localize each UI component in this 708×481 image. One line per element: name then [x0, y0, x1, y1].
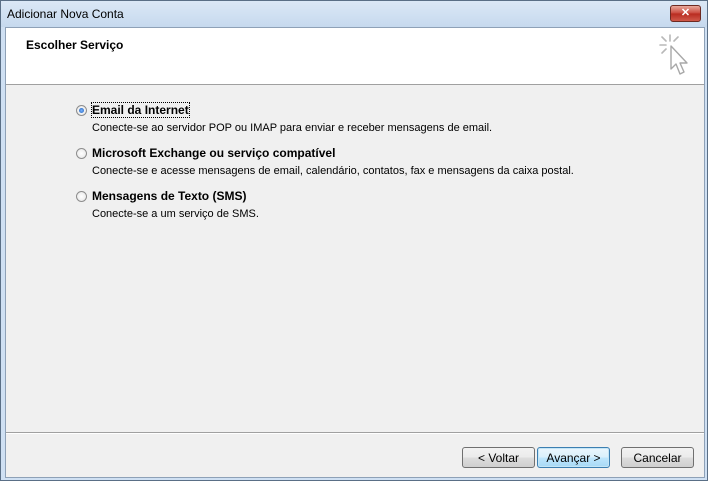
radio-internet-email[interactable]	[76, 105, 87, 116]
window-title: Adicionar Nova Conta	[7, 7, 124, 21]
footer-divider	[6, 432, 704, 434]
radio-exchange[interactable]	[76, 148, 87, 159]
option-label[interactable]: Mensagens de Texto (SMS)	[92, 189, 246, 203]
title-bar[interactable]: Adicionar Nova Conta ✕	[1, 1, 707, 27]
cursor-click-icon	[659, 34, 688, 75]
radio-sms[interactable]	[76, 191, 87, 202]
option-description: Conecte-se e acesse mensagens de email, …	[92, 165, 574, 177]
back-button[interactable]: < Voltar	[462, 447, 535, 468]
option-description: Conecte-se ao servidor POP ou IMAP para …	[92, 122, 493, 134]
option-label[interactable]: Email da Internet	[91, 102, 190, 118]
next-button[interactable]: Avançar >	[537, 447, 610, 468]
option-label[interactable]: Microsoft Exchange ou serviço compatível	[92, 146, 335, 160]
close-icon: ✕	[680, 7, 691, 19]
option-description: Conecte-se a um serviço de SMS.	[92, 208, 259, 220]
dialog-window: Adicionar Nova Conta ✕ Escolher Serviço	[0, 0, 708, 481]
cancel-button[interactable]: Cancelar	[621, 447, 694, 468]
page-title: Escolher Serviço	[26, 38, 124, 52]
dialog-client-area: Escolher Serviço Email da Internet Conec…	[5, 27, 705, 478]
dialog-header: Escolher Serviço	[6, 28, 704, 85]
close-button[interactable]: ✕	[670, 5, 701, 22]
